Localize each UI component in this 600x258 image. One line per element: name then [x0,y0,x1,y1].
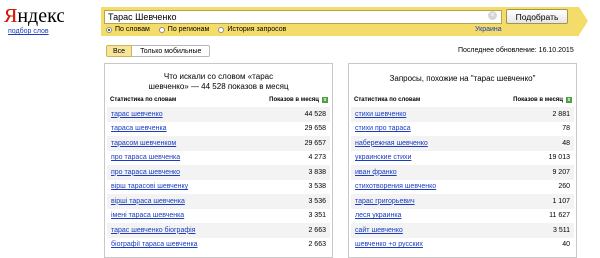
right-col-impressions: Показов в месяц [513,97,563,103]
left-panel-title: Что искали со словом «тарас шевченко» — … [148,72,289,91]
search-input[interactable]: Тарас Шевченко [104,10,502,24]
table-row: тарасом шевченком 29 657 [107,136,330,151]
left-panel: Что искали со словом «тарас шевченко» — … [104,63,333,258]
impressions-count: 78 [562,125,570,133]
table-row: вірш тарасові шевченку 3 538 [107,180,330,195]
keyword-link[interactable]: імені тараса шевченка [111,212,184,219]
svg-text:Я: Я [4,5,17,27]
wordstat-link[interactable]: подбор слов [8,28,49,35]
search-button[interactable]: Подобрать [506,9,568,24]
table-row: тарас шевченко біографія 2 663 [107,223,330,238]
right-panel: Запросы, похожие на "тарас шевченко" Ста… [348,63,577,258]
impressions-count: 48 [562,139,570,147]
impressions-count: 3 351 [308,212,326,220]
table-row: стихотворения шевченко 260 [351,180,574,195]
impressions-count: 260 [558,183,570,191]
region-link[interactable]: Украина [475,26,502,33]
impressions-count: 11 627 [549,212,570,220]
impressions-count: 29 657 [304,139,326,147]
keyword-link[interactable]: украинские стихи [355,154,411,161]
tab-all[interactable]: Все [106,45,133,57]
keyword-link[interactable]: тарас григорьевич [355,198,415,205]
keyword-link[interactable]: иван франко [355,169,397,176]
impressions-count: 3 511 [553,226,570,234]
impressions-count: 3 838 [308,168,326,176]
radio-by-regions[interactable]: По регионам [158,26,209,33]
keyword-link[interactable]: тарас шевченко біографія [111,227,195,234]
keyword-link[interactable]: тарас шевченко [111,111,163,118]
right-table: стихи шевченко 2 881 стихи про тараса 78 наб… [351,107,574,252]
impressions-count: 29 658 [304,125,326,133]
keyword-link[interactable]: вірш тарасові шевченку [111,183,188,190]
last-update: Последнее обновление: 16.10.2015 [458,47,574,54]
impressions-count: 19 013 [548,154,570,162]
right-col-keywords: Статистика по словам [354,97,421,103]
impressions-count: 44 528 [304,110,326,118]
keyword-link[interactable]: про тараса шевченка [111,154,180,161]
table-row: шевченко +о русских 40 [351,238,574,253]
impressions-count: 4 273 [308,154,326,162]
keyword-link[interactable]: набережная шевченко [355,140,428,147]
device-tabs: Все Только мобильные [106,45,211,57]
impressions-count: 2 663 [308,226,326,234]
keyword-link[interactable]: вірші тараса шевченка [111,198,185,205]
table-row: тарас григорьевич 1 107 [351,194,574,209]
table-row: иван франко 9 207 [351,165,574,180]
keyword-link[interactable]: тарасом шевченком [111,140,176,147]
impressions-count: 3 538 [308,183,326,191]
table-row: тараса шевченка 29 658 [107,122,330,137]
table-row: стихи про тараса 78 [351,122,574,137]
impressions-count: 1 107 [552,197,570,205]
table-row: украинские стихи 19 013 [351,151,574,166]
table-row: про тараса шевченка 4 273 [107,151,330,166]
left-table: тарас шевченко 44 528 тараса шевченка 29 65… [107,107,330,252]
table-row: сайт шевченко 3 511 [351,223,574,238]
keyword-link[interactable]: тараса шевченка [111,125,167,132]
radio-history[interactable]: История запросов [218,26,286,33]
export-icon[interactable]: x [322,97,328,103]
keyword-link[interactable]: стихи про тараса [355,125,411,132]
table-row: імені тараса шевченка 3 351 [107,209,330,224]
keyword-link[interactable]: біографії тараса шевченка [111,241,198,248]
table-row: стихи шевченко 2 881 [351,107,574,122]
impressions-count: 2 663 [308,241,326,249]
tab-mobile-only[interactable]: Только мобильные [132,45,211,57]
keyword-link[interactable]: сайт шевченко [355,227,403,234]
table-row: про тараса шевченко 3 838 [107,165,330,180]
keyword-link[interactable]: шевченко +о русских [355,241,423,248]
impressions-count: 40 [562,241,570,249]
table-row: біографії тараса шевченка 2 663 [107,238,330,253]
left-col-impressions: Показов в месяц [269,97,319,103]
right-panel-title: Запросы, похожие на "тарас шевченко" [389,74,536,83]
table-row: леся украинка 11 627 [351,209,574,224]
left-col-keywords: Статистика по словам [110,97,177,103]
table-row: вірші тараса шевченка 3 536 [107,194,330,209]
radio-by-words[interactable]: По словам [106,26,150,33]
table-row: тарас шевченко 44 528 [107,107,330,122]
search-mode: По словам По регионам История запросов [106,26,286,33]
keyword-link[interactable]: стихотворения шевченко [355,183,436,190]
impressions-count: 9 207 [552,168,570,176]
table-row: набережная шевченко 48 [351,136,574,151]
impressions-count: 3 536 [308,197,326,205]
keyword-link[interactable]: леся украинка [355,212,401,219]
yandex-logo[interactable]: Яндекс Я [4,4,64,28]
export-icon[interactable]: x [566,97,572,103]
keyword-link[interactable]: стихи шевченко [355,111,406,118]
keyword-link[interactable]: про тараса шевченко [111,169,180,176]
search-bar: Тарас Шевченко × Подобрать По словам По … [101,7,588,36]
impressions-count: 2 881 [552,110,570,118]
clear-icon[interactable]: × [488,11,497,20]
